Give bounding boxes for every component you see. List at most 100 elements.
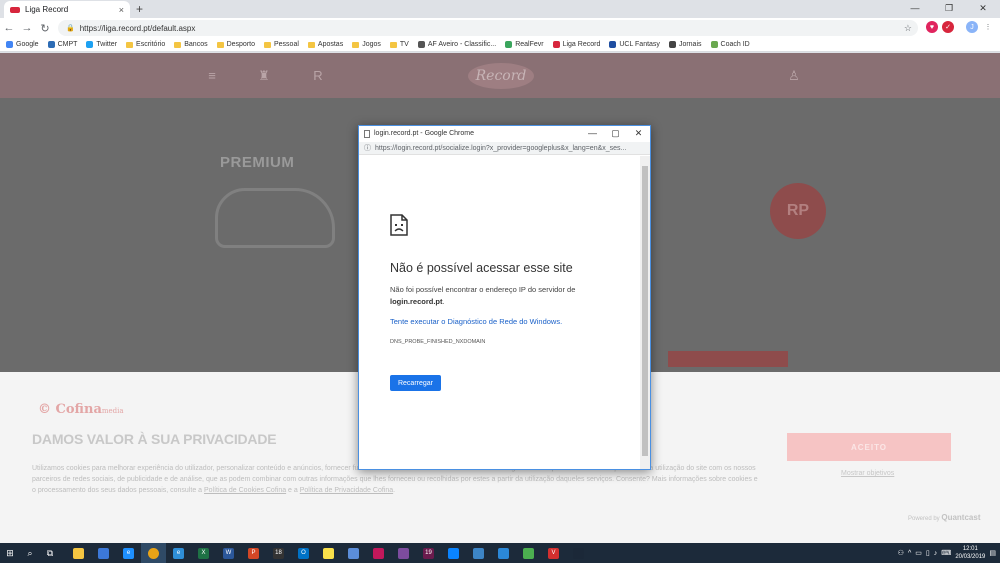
taskbar-app-18-button[interactable]: 18: [266, 543, 291, 563]
task-view-icon[interactable]: ⧉: [40, 543, 60, 563]
taskbar-store-button[interactable]: [491, 543, 516, 563]
privacy-policy-link[interactable]: Política de Privacidade Cofina: [300, 487, 393, 494]
taskbar-outlook-button[interactable]: O: [291, 543, 316, 563]
search-icon[interactable]: ⌕: [20, 543, 40, 563]
bookmark-item[interactable]: TV: [389, 41, 409, 48]
minimize-button[interactable]: —: [898, 0, 932, 16]
profile-avatar[interactable]: J: [966, 21, 978, 33]
popup-address-bar[interactable]: ⓘ https://login.record.pt/socialize.logi…: [359, 142, 650, 155]
chrome-icon: [148, 547, 159, 559]
people-icon[interactable]: ⚇: [898, 549, 904, 557]
close-window-button[interactable]: ✕: [966, 0, 1000, 16]
popup-titlebar[interactable]: login.record.pt - Google Chrome — ▢ ✕: [359, 126, 650, 141]
trophy-icon[interactable]: ♜: [256, 68, 272, 83]
record-r-icon[interactable]: R: [310, 68, 326, 83]
bookmark-label: Jogos: [362, 41, 381, 48]
tab-liga-record[interactable]: Liga Record ×: [4, 1, 130, 18]
bookmark-item[interactable]: Pessoal: [264, 41, 299, 48]
window-controls: — ❐ ✕: [898, 0, 1000, 16]
taskbar-app-cloud-button[interactable]: [441, 543, 466, 563]
back-arrow-icon[interactable]: ←: [0, 22, 18, 34]
reload-button[interactable]: Recarregar: [390, 375, 441, 391]
taskbar-network-button[interactable]: [91, 543, 116, 563]
bookmark-item[interactable]: Escritório: [126, 41, 165, 48]
notifications-icon[interactable]: ▤: [989, 549, 996, 557]
taskbar-edge-button[interactable]: e: [116, 543, 141, 563]
popup-maximize-button[interactable]: ▢: [604, 128, 627, 139]
taskbar-app-screen-button[interactable]: [466, 543, 491, 563]
extension-heart-icon[interactable]: ♥: [926, 21, 938, 33]
bookmark-label: Coach ID: [720, 41, 750, 48]
pinned-apps: e e X W P 18 O 19 V: [66, 543, 591, 563]
extension-shield-icon[interactable]: ✓: [942, 21, 954, 33]
app-photo-icon: [398, 547, 409, 559]
bookmark-item[interactable]: Liga Record: [552, 41, 600, 48]
clock[interactable]: 12:01 20/03/2019: [955, 545, 985, 561]
accept-button[interactable]: ACEITO: [787, 433, 951, 461]
page-doc-icon: [364, 129, 370, 138]
taskbar-steam-button[interactable]: [566, 543, 591, 563]
taskbar-chrome-button[interactable]: [141, 543, 166, 563]
bookmark-item[interactable]: Jornais: [668, 41, 702, 48]
site-favicon-icon: [417, 41, 425, 48]
bookmark-item[interactable]: Bancos: [174, 41, 208, 48]
popup-minimize-button[interactable]: —: [581, 128, 604, 139]
battery-icon[interactable]: ▭: [915, 549, 922, 557]
taskbar-sticky-notes-button[interactable]: [316, 543, 341, 563]
bookmark-item[interactable]: Desporto: [216, 41, 255, 48]
taskbar-maps-button[interactable]: [366, 543, 391, 563]
windows-start-icon[interactable]: ⊞: [0, 543, 20, 563]
taskbar-word-button[interactable]: W: [216, 543, 241, 563]
bookmark-item[interactable]: UCL Fantasy: [609, 41, 660, 48]
user-icon[interactable]: ♙: [786, 68, 802, 83]
bookmark-label: Apostas: [317, 41, 344, 48]
record-logo[interactable]: Record: [468, 63, 534, 89]
taskbar-powerpoint-button[interactable]: P: [241, 543, 266, 563]
volume-icon[interactable]: ♪: [934, 550, 938, 557]
bookmark-item[interactable]: Twitter: [86, 41, 117, 48]
taskbar-app-cup-button[interactable]: [516, 543, 541, 563]
outlook-icon: O: [298, 547, 309, 559]
bookmark-item[interactable]: RealFevr: [505, 41, 544, 48]
quantcast-logo: Quantcast: [941, 513, 981, 522]
menu-kebab-icon[interactable]: ⋮: [982, 21, 994, 33]
maximize-button[interactable]: ❐: [932, 0, 966, 16]
show-purposes-link[interactable]: Mostrar objetivos: [841, 470, 894, 477]
forward-arrow-icon[interactable]: →: [18, 22, 36, 34]
keyboard-icon[interactable]: ⌨: [941, 549, 951, 557]
popup-scrollbar[interactable]: [640, 156, 650, 469]
cookies-policy-link[interactable]: Política de Cookies Cofina: [204, 487, 286, 494]
chevron-up-icon[interactable]: ^: [908, 550, 911, 557]
taskbar-ie-button[interactable]: e: [166, 543, 191, 563]
bookmark-star-icon[interactable]: ☆: [904, 23, 912, 34]
error-code: DNS_PROBE_FINISHED_NXDOMAIN: [390, 339, 486, 345]
new-tab-button[interactable]: +: [136, 2, 143, 16]
bookmark-item[interactable]: CMPT: [47, 41, 77, 48]
address-url: https://liga.record.pt/default.aspx: [79, 23, 196, 33]
taskbar-vivaldi-button[interactable]: V: [541, 543, 566, 563]
address-bar[interactable]: 🔒 https://liga.record.pt/default.aspx ☆: [58, 20, 918, 36]
taskbar-file-explorer-button[interactable]: [66, 543, 91, 563]
bookmark-label: Escritório: [136, 41, 166, 48]
error-title: Não é possível acessar esse site: [390, 261, 573, 275]
bookmark-item[interactable]: AF Aveiro - Classific...: [417, 41, 496, 48]
bookmark-item[interactable]: Apostas: [307, 41, 344, 48]
taskbar-app-19-button[interactable]: 19: [416, 543, 441, 563]
bookmark-item[interactable]: Jogos: [352, 41, 381, 48]
network-icon[interactable]: ▯: [926, 549, 930, 557]
popup-close-button[interactable]: ✕: [627, 128, 650, 139]
browser-toolbar: ← → ↻ 🔒 https://liga.record.pt/default.a…: [0, 18, 1000, 38]
taskbar-excel-button[interactable]: X: [191, 543, 216, 563]
taskbar-app-circle-button[interactable]: [341, 543, 366, 563]
promo-button[interactable]: [668, 351, 788, 367]
menu-icon[interactable]: ≡: [204, 68, 220, 83]
bookmark-item[interactable]: Google: [6, 41, 39, 48]
scrollbar-thumb[interactable]: [642, 166, 648, 456]
tab-close-icon[interactable]: ×: [119, 5, 124, 15]
info-icon[interactable]: ⓘ: [364, 143, 371, 153]
bookmark-item[interactable]: Coach ID: [710, 41, 750, 48]
network-diagnostics-link[interactable]: Tente executar o Diagnóstico de Rede do …: [390, 317, 562, 326]
taskbar-app-photo-button[interactable]: [391, 543, 416, 563]
site-favicon-icon: [86, 41, 94, 48]
reload-icon[interactable]: ↻: [36, 22, 54, 35]
